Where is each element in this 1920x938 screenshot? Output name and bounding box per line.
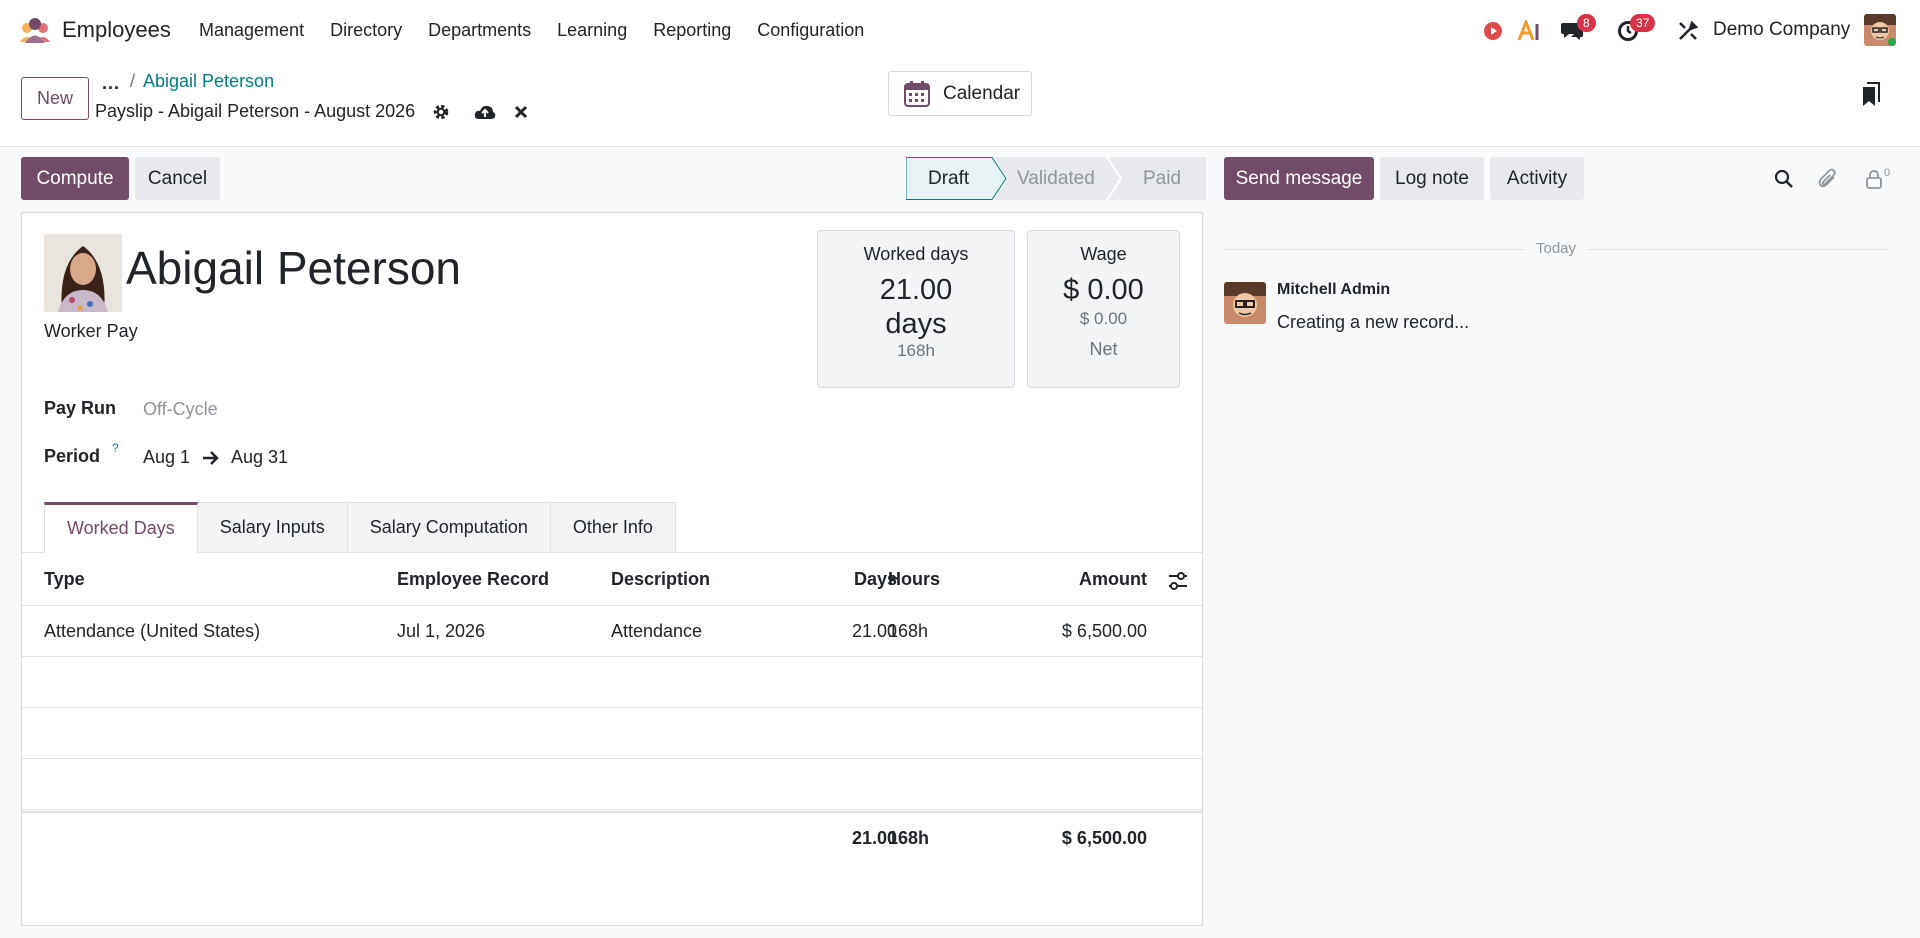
app-name[interactable]: Employees <box>62 17 171 43</box>
worked-days-stat-button[interactable]: Worked days 21.00 days 168h <box>817 230 1015 388</box>
cancel-button[interactable]: Cancel <box>135 157 220 200</box>
cell-days: 21.00 <box>851 621 897 641</box>
record-video-icon[interactable] <box>1480 18 1506 44</box>
salary-structure[interactable]: Worker Pay <box>44 321 138 342</box>
new-button[interactable]: New <box>21 77 89 120</box>
worked-days-stat-unit: days <box>885 308 947 340</box>
save-cloud-icon[interactable] <box>474 101 496 123</box>
employee-name[interactable]: Abigail Peterson <box>126 241 461 295</box>
empty-table-row <box>22 657 1202 708</box>
col-type[interactable]: Type <box>44 569 85 590</box>
activity-button[interactable]: Activity <box>1490 157 1584 200</box>
followers-count: 0 <box>1884 167 1891 179</box>
top-navbar: Employees Management Directory Departmen… <box>0 0 1920 61</box>
arrow-right-icon <box>203 451 219 465</box>
stage-draft[interactable]: Draft <box>928 168 969 190</box>
user-avatar[interactable] <box>1864 14 1896 46</box>
debug-tools-icon[interactable] <box>1675 18 1701 44</box>
send-message-button[interactable]: Send message <box>1224 157 1374 200</box>
total-hours: 168h <box>888 828 930 848</box>
message-author[interactable]: Mitchell Admin <box>1277 281 1390 299</box>
form-sheet: Abigail Peterson Worker Pay Pay Run Off-… <box>21 212 1203 926</box>
period-label: Period <box>44 446 101 466</box>
col-employee-record[interactable]: Employee Record <box>397 569 549 590</box>
total-amount: $ 6,500.00 <box>1061 828 1147 848</box>
wage-stat-net-label: Net <box>1089 339 1118 359</box>
company-switcher[interactable]: Demo Company <box>1713 19 1850 41</box>
cell-hours: 168h <box>888 621 929 641</box>
col-description[interactable]: Description <box>611 569 710 590</box>
optional-columns-sliders-icon[interactable] <box>1167 571 1189 591</box>
table-header: Type Employee Record Description Days Ho… <box>22 553 1202 606</box>
employee-photo[interactable] <box>44 234 122 312</box>
breadcrumb-employee-link[interactable]: Abigail Peterson <box>143 71 274 92</box>
cell-employee-record: Jul 1, 2026 <box>397 621 486 641</box>
compute-button[interactable]: Compute <box>21 157 129 200</box>
empty-table-row <box>22 759 1202 810</box>
menu-departments[interactable]: Departments <box>415 20 544 41</box>
table-row[interactable]: Attendance (United States) Jul 1, 2026 A… <box>22 606 1202 657</box>
cell-description: Attendance <box>611 621 703 641</box>
cell-type: Attendance (United States) <box>44 621 261 641</box>
form-content: Compute Cancel Draft Validated Paid Abig… <box>0 147 1920 938</box>
period-help-tooltip[interactable]: ? <box>112 441 119 455</box>
pay-run-label: Pay Run <box>44 398 117 418</box>
table-totals-row: 21.00 168h $ 6,500.00 <box>22 811 1202 863</box>
log-note-button[interactable]: Log note <box>1380 157 1484 200</box>
pay-run-field[interactable]: Off-Cycle <box>143 399 218 420</box>
col-days[interactable]: Days <box>802 569 897 590</box>
breadcrumb-more-button[interactable]: ... <box>102 73 120 94</box>
menu-configuration[interactable]: Configuration <box>744 20 877 41</box>
menu-management[interactable]: Management <box>186 20 317 41</box>
tab-worked-days[interactable]: Worked Days <box>44 502 198 553</box>
tab-other-info[interactable]: Other Info <box>550 502 676 553</box>
message-author-avatar[interactable] <box>1224 282 1266 324</box>
employees-app-icon[interactable] <box>18 16 52 44</box>
messages-count-badge: 8 <box>1577 14 1596 32</box>
tab-salary-inputs[interactable]: Salary Inputs <box>197 502 348 553</box>
record-title: Payslip - Abigail Peterson - August 2026 <box>95 101 416 121</box>
gear-icon[interactable] <box>430 101 452 123</box>
tab-salary-computation[interactable]: Salary Computation <box>347 502 551 553</box>
main-menu: Management Directory Departments Learnin… <box>186 0 877 61</box>
bookmark-icon[interactable] <box>1860 82 1882 108</box>
followers-lock-icon[interactable] <box>1862 167 1886 191</box>
total-days: 21.00 <box>851 828 897 848</box>
calendar-button-label: Calendar <box>943 82 1021 104</box>
menu-reporting[interactable]: Reporting <box>640 20 744 41</box>
activities-count-badge: 37 <box>1630 14 1656 32</box>
search-icon[interactable] <box>1772 167 1796 191</box>
worked-days-stat-title: Worked days <box>863 244 969 264</box>
stage-validated[interactable]: Validated <box>1017 168 1095 190</box>
stage-paid[interactable]: Paid <box>1143 168 1181 190</box>
ai-icon[interactable] <box>1517 18 1543 44</box>
period-start-field[interactable]: Aug 1 <box>143 447 190 468</box>
worked-days-stat-hours: 168h <box>897 341 935 360</box>
cell-amount: $ 6,500.00 <box>1061 621 1147 641</box>
wage-stat-sub: $ 0.00 <box>1079 309 1128 328</box>
control-panel: New ... / Abigail Peterson Payslip - Abi… <box>0 61 1920 147</box>
message-body: Creating a new record... <box>1277 312 1470 332</box>
period-end-field[interactable]: Aug 31 <box>231 447 288 468</box>
discard-close-icon[interactable] <box>510 101 532 123</box>
wage-stat-button[interactable]: Wage $ 0.00 $ 0.00 Net <box>1027 230 1180 388</box>
menu-learning[interactable]: Learning <box>544 20 640 41</box>
empty-table-row <box>22 708 1202 759</box>
col-hours[interactable]: Hours <box>888 569 940 590</box>
calendar-icon <box>904 80 930 107</box>
paperclip-icon[interactable] <box>1816 167 1840 191</box>
wage-stat-title: Wage <box>1080 244 1127 264</box>
wage-stat-value: $ 0.00 <box>1063 274 1144 306</box>
calendar-button[interactable]: Calendar <box>888 71 1032 116</box>
menu-directory[interactable]: Directory <box>317 20 415 41</box>
col-amount[interactable]: Amount <box>1022 569 1147 590</box>
date-separator-label: Today <box>1524 240 1589 257</box>
breadcrumb-separator: / <box>130 71 136 91</box>
notebook-tabs: Worked Days Salary Inputs Salary Computa… <box>44 502 676 553</box>
worked-days-stat-value: 21.00 <box>879 274 953 306</box>
